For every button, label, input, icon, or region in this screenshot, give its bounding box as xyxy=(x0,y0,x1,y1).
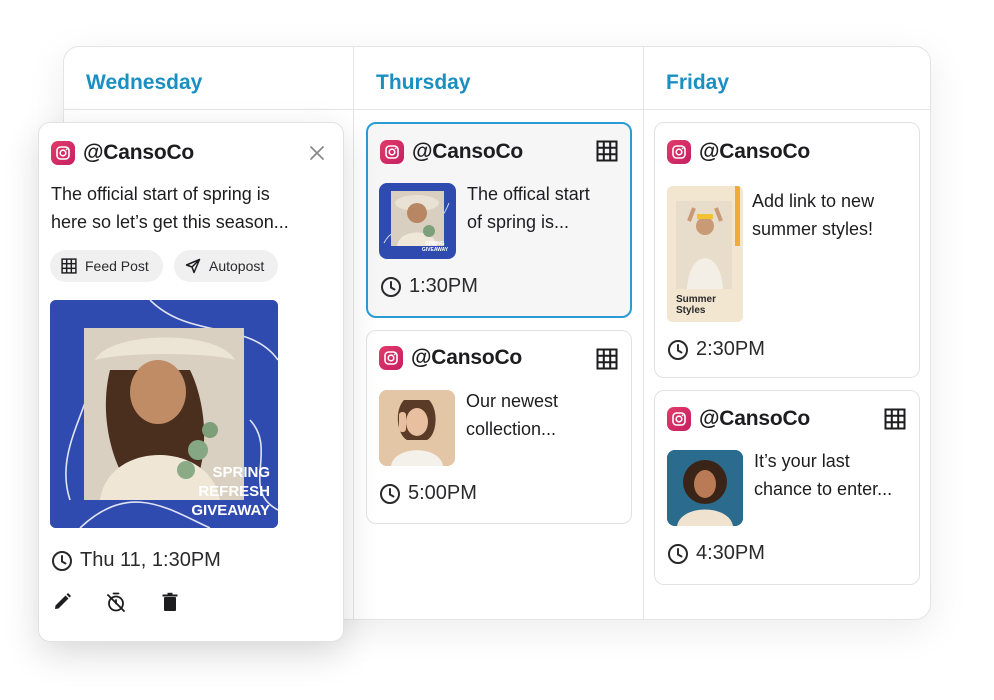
instagram-icon xyxy=(379,346,403,370)
account-handle: @CansoCo xyxy=(699,407,811,430)
column-divider xyxy=(353,47,354,619)
account-handle: @CansoCo xyxy=(411,346,523,369)
account-handle: @CansoCo xyxy=(412,140,524,163)
caption-line: chance to enter... xyxy=(754,479,893,499)
caption-line: of spring is... xyxy=(467,212,570,232)
time-label: 1:30PM xyxy=(409,275,478,297)
clock-icon xyxy=(51,550,73,572)
account-handle: @CansoCo xyxy=(699,140,811,163)
grid-icon xyxy=(596,348,618,370)
clock-icon xyxy=(667,339,689,361)
post-caption: The official start of spring is here so … xyxy=(51,180,289,236)
caption-line: It’s your last xyxy=(754,451,850,471)
post-card-friday-1[interactable]: @CansoCo Summer Styles Add link to new s… xyxy=(654,122,920,378)
post-header: @CansoCo xyxy=(51,141,194,165)
grid-icon xyxy=(596,140,618,162)
caption-line: here so let’s get this season... xyxy=(51,212,289,232)
post-caption: Our newest collection... xyxy=(466,387,558,443)
time-label: 4:30PM xyxy=(696,542,765,564)
post-header: @CansoCo xyxy=(667,407,810,431)
post-thumbnail xyxy=(667,450,743,526)
post-header: @CansoCo xyxy=(379,346,522,370)
header-divider xyxy=(64,109,930,110)
image-text-line: REFRESH xyxy=(198,483,270,500)
post-thumbnail: SPRING GIVEAWAY xyxy=(379,183,456,259)
day-header-wednesday: Wednesday xyxy=(86,71,203,94)
time-label: 2:30PM xyxy=(696,338,765,360)
clock-icon xyxy=(667,543,689,565)
clock-icon xyxy=(380,276,402,298)
caption-line: The offical start xyxy=(467,184,590,204)
timer-off-icon[interactable] xyxy=(105,591,127,613)
post-caption: It’s your last chance to enter... xyxy=(754,447,892,503)
account-handle: @CansoCo xyxy=(83,141,195,164)
column-divider xyxy=(643,47,644,619)
trash-icon[interactable] xyxy=(159,591,181,613)
post-time: 2:30PM xyxy=(667,338,765,361)
image-text-line: GIVEAWAY xyxy=(191,502,270,519)
post-card-friday-2[interactable]: @CansoCo It’s your last chance to enter.… xyxy=(654,390,920,585)
caption-line: Our newest xyxy=(466,391,559,411)
story-overlay-text: Summer Styles xyxy=(676,294,716,316)
post-thumbnail xyxy=(379,390,455,466)
caption-line: Add link to new xyxy=(752,191,875,211)
scheduled-datetime: Thu 11, 1:30PM xyxy=(51,549,221,572)
svg-text:GIVEAWAY: GIVEAWAY xyxy=(422,247,449,253)
time-label: 5:00PM xyxy=(408,482,477,504)
post-time: 4:30PM xyxy=(667,542,765,565)
instagram-icon xyxy=(667,140,691,164)
post-header: @CansoCo xyxy=(667,140,810,164)
post-time: 1:30PM xyxy=(380,275,478,298)
grid-icon xyxy=(884,408,906,430)
pencil-icon[interactable] xyxy=(51,591,73,613)
caption-line: summer styles! xyxy=(752,219,874,239)
post-image: SPRING REFRESH GIVEAWAY xyxy=(50,300,278,528)
post-time: 5:00PM xyxy=(379,482,477,505)
send-icon xyxy=(185,258,201,274)
chip-label: Feed Post xyxy=(85,258,149,274)
instagram-icon xyxy=(380,140,404,164)
day-header-thursday: Thursday xyxy=(376,71,471,94)
grid-icon xyxy=(61,258,77,274)
datetime-label: Thu 11, 1:30PM xyxy=(80,549,221,571)
caption-line: collection... xyxy=(466,419,557,439)
post-header: @CansoCo xyxy=(380,140,523,164)
instagram-icon xyxy=(51,141,75,165)
clock-icon xyxy=(379,483,401,505)
post-card-thursday-2[interactable]: @CansoCo Our newest collection... 5:00PM xyxy=(366,330,632,524)
autopost-chip[interactable]: Autopost xyxy=(174,250,279,282)
post-caption: Add link to new summer styles! xyxy=(752,187,874,243)
post-detail-popover: @CansoCo The official start of spring is… xyxy=(38,122,344,642)
story-text-line: Summer xyxy=(676,294,717,305)
image-overlay-text: SPRING REFRESH GIVEAWAY xyxy=(191,463,270,520)
post-card-thursday-1[interactable]: @CansoCo SPRING GIVEAWAY The offical sta… xyxy=(366,122,632,318)
caption-line: The official start of spring is xyxy=(51,184,270,204)
day-header-friday: Friday xyxy=(666,71,730,94)
chip-label: Autopost xyxy=(209,258,265,274)
story-text-line: Styles xyxy=(676,305,706,316)
feed-post-chip[interactable]: Feed Post xyxy=(50,250,163,282)
close-icon[interactable] xyxy=(309,145,325,161)
image-text-line: SPRING xyxy=(212,464,270,481)
instagram-icon xyxy=(667,407,691,431)
story-thumbnail: Summer Styles xyxy=(667,186,743,322)
post-caption: The offical start of spring is... xyxy=(467,180,590,236)
